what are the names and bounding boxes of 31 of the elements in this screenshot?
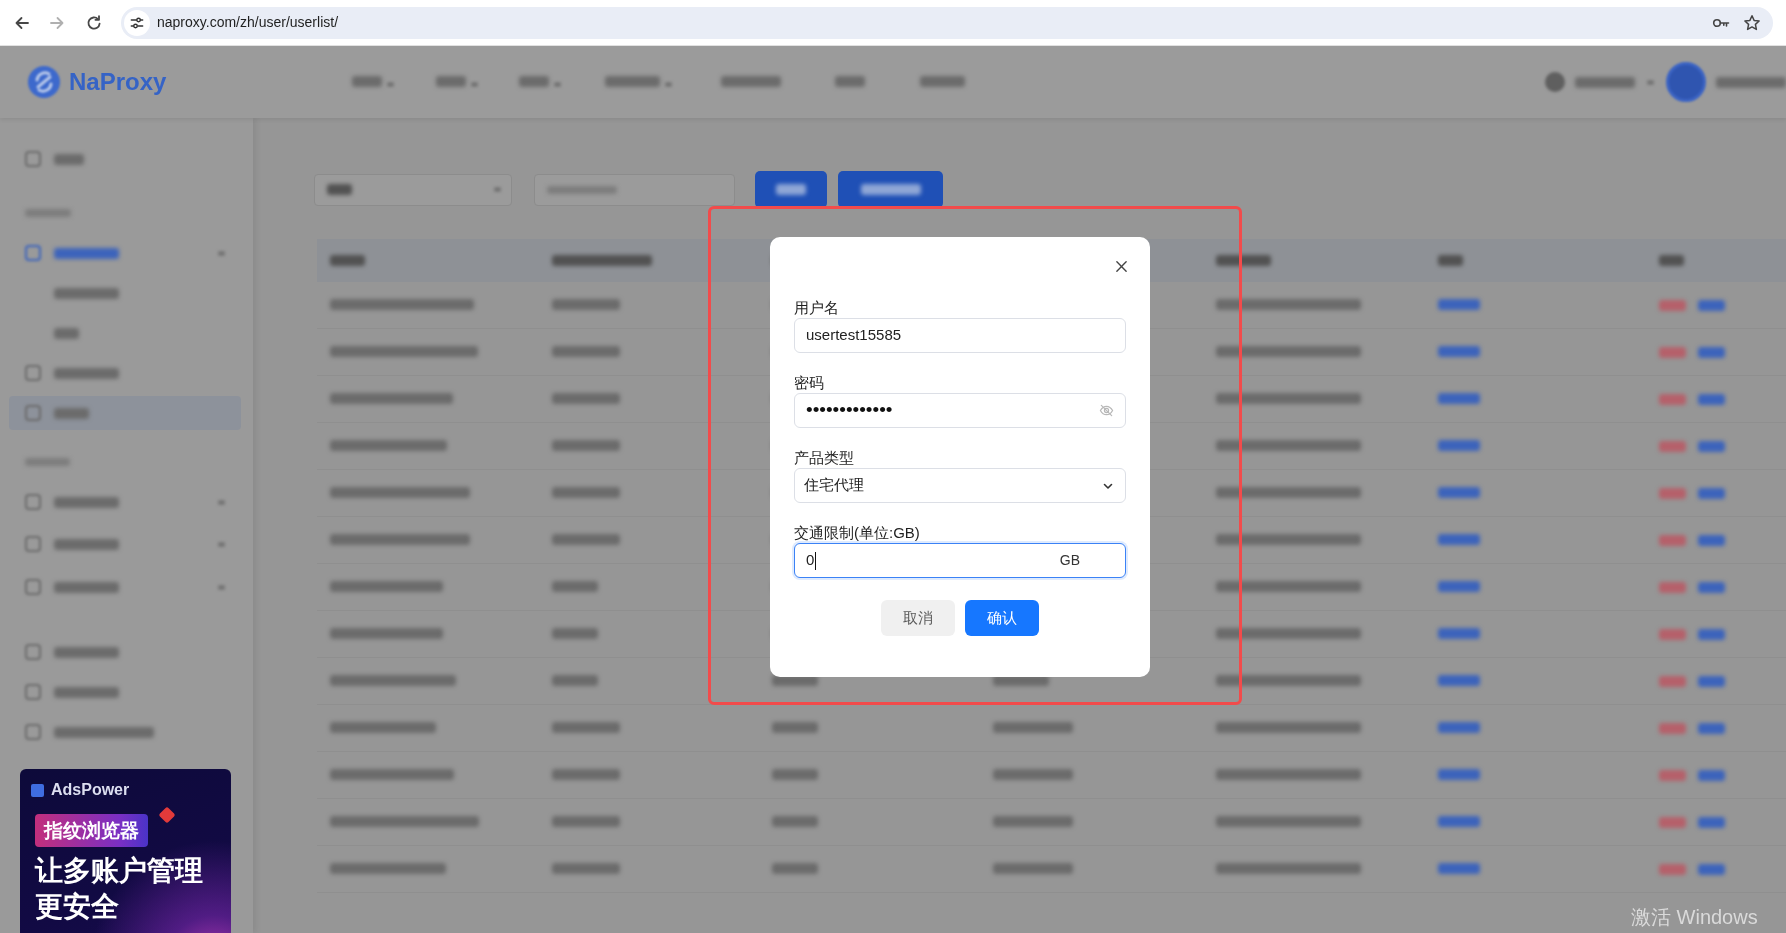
avatar-icon (1666, 62, 1706, 102)
ad-tag: 指纹浏览器 (35, 814, 148, 847)
password-input-field[interactable]: ••••••••••••• (794, 393, 1126, 428)
reload-icon (86, 14, 102, 31)
arrow-left-icon (14, 14, 30, 31)
dropdown-select[interactable]: 住宅代理 (794, 468, 1126, 503)
field-label: 产品类型 (794, 448, 855, 468)
blurred-username-drawing (1716, 76, 1786, 88)
text-input-field[interactable]: usertest15585 (794, 318, 1126, 353)
logo-text: NaProxy (69, 67, 167, 97)
site-info-button[interactable] (124, 9, 150, 36)
star-icon[interactable] (1743, 13, 1761, 32)
field-label: 交通限制(单位:GB) (794, 523, 921, 543)
activation-watermark-text: 激活 Windows (1631, 905, 1758, 930)
ad-banner[interactable]: AdsPower 指纹浏览器 让多账户管理更安全 (20, 769, 231, 933)
field-label: 密码 (794, 373, 825, 393)
field-label: 用户名 (794, 298, 840, 318)
sliders-icon (130, 15, 144, 30)
confirm-button[interactable]: 确认 (965, 600, 1039, 636)
arrow-right-icon (49, 14, 65, 31)
logo-icon (27, 65, 61, 99)
number-input-field[interactable]: 0 GB (794, 543, 1126, 578)
ad-logo-icon (31, 783, 44, 797)
cancel-button[interactable]: 取消 (881, 600, 955, 636)
url-text: naproxy.com/zh/user/userlist/ (157, 13, 339, 32)
close-icon (1114, 259, 1128, 273)
text-cursor-icon (815, 551, 817, 570)
ad-headline: 让多账户管理更安全 (35, 854, 204, 924)
address-bar[interactable]: naproxy.com/zh/user/userlist/ (121, 6, 1773, 39)
ad-brand-text: AdsPower (51, 780, 130, 800)
unit-label: GB (1059, 551, 1080, 570)
